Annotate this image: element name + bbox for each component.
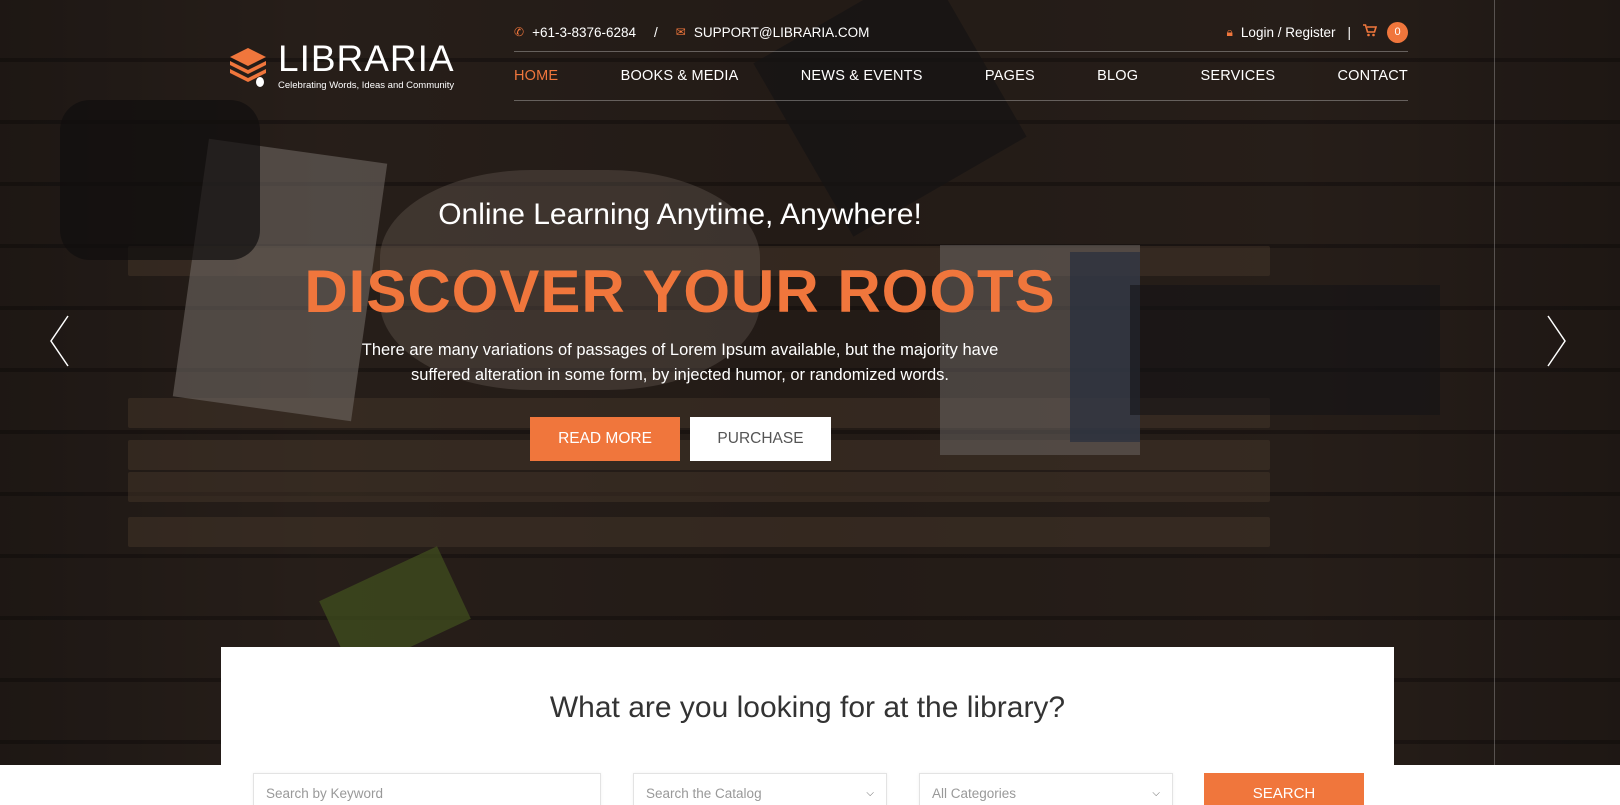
search-heading: What are you looking for at the library? (549, 691, 1066, 724)
phone-number[interactable]: +61-3-8376-6284 (532, 25, 636, 40)
category-select[interactable]: All Categories ⌵ (919, 773, 1173, 805)
lock-icon: 🔒︎ (1226, 24, 1233, 39)
support-email[interactable]: SUPPORT@LIBRARIA.COM (694, 25, 870, 40)
chevron-right-icon[interactable] (1544, 314, 1568, 368)
search-button[interactable]: SEARCH (1204, 773, 1364, 805)
pipe-separator: | (1347, 24, 1351, 40)
mail-icon: ✉ (675, 25, 686, 39)
nav-divider (514, 51, 1408, 52)
logo[interactable]: LIBRARIA Celebrating Words, Ideas and Co… (226, 40, 455, 91)
keyword-search-input[interactable]: Search by Keyword (253, 773, 601, 805)
cart-icon[interactable] (1363, 24, 1378, 40)
nav-services[interactable]: SERVICES (1201, 68, 1276, 84)
hero-description: There are many variations of passages of… (361, 341, 999, 384)
purchase-button[interactable]: PURCHASE (690, 417, 831, 461)
keyword-placeholder: Search by Keyword (266, 785, 384, 801)
phone-icon: ✆ (514, 25, 525, 39)
nav-blog[interactable]: BLOG (1097, 68, 1138, 84)
main-nav: HOME BOOKS & MEDIA NEWS & EVENTS PAGES B… (514, 54, 1408, 98)
books-icon (226, 44, 270, 88)
hero-divider (1494, 0, 1495, 765)
chevron-down-icon: ⌵ (1152, 787, 1160, 799)
category-value: All Categories (932, 785, 1017, 801)
library-search-panel: What are you looking for at the library?… (221, 647, 1394, 805)
nav-divider (514, 100, 1408, 101)
logo-tagline: Celebrating Words, Ideas and Community (278, 80, 455, 91)
top-bar: ✆ +61-3-8376-6284 / ✉ SUPPORT@LIBRARIA.C… (514, 20, 1408, 44)
catalog-select[interactable]: Search the Catalog ⌵ (633, 773, 887, 805)
chevron-down-icon: ⌵ (866, 787, 874, 799)
logo-name: LIBRARIA (278, 38, 455, 79)
nav-news-events[interactable]: NEWS & EVENTS (801, 68, 923, 84)
contact-separator: / (654, 24, 658, 40)
catalog-placeholder: Search the Catalog (646, 785, 762, 801)
login-register-link[interactable]: Login / Register (1241, 25, 1336, 40)
nav-contact[interactable]: CONTACT (1338, 68, 1408, 84)
cart-count-badge: 0 (1387, 21, 1408, 43)
read-more-button[interactable]: READ MORE (530, 417, 680, 461)
nav-home[interactable]: HOME (514, 68, 558, 84)
hero-subtitle: Online Learning Anytime, Anywhere! (438, 198, 922, 231)
nav-pages[interactable]: PAGES (985, 68, 1035, 84)
chevron-left-icon[interactable] (48, 314, 72, 368)
hero-title: DISCOVER YOUR ROOTS (304, 258, 1056, 325)
nav-books-media[interactable]: BOOKS & MEDIA (621, 68, 739, 84)
